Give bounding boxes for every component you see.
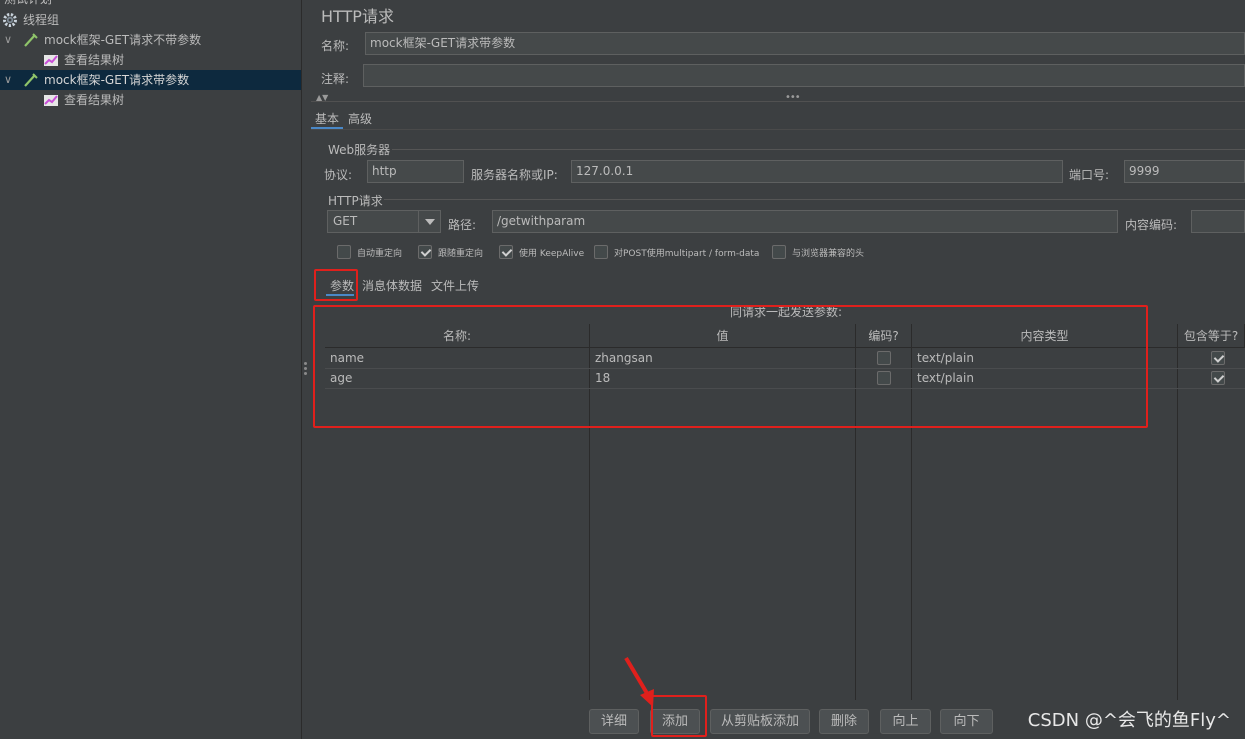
protocol-field[interactable]: http [367, 160, 464, 183]
encoding-label: 内容编码: [1125, 218, 1178, 232]
include-equals-checkbox[interactable] [1211, 371, 1225, 385]
auto-redirect-label: 自动重定向 [357, 249, 403, 259]
chevron-down-icon[interactable] [418, 211, 440, 232]
tree-item-result-tree-1[interactable]: 查看结果树 [0, 50, 301, 70]
column-header-include-equals[interactable]: 包含等于? [1178, 324, 1245, 348]
server-label: 服务器名称或IP: [471, 168, 558, 182]
delete-button[interactable]: 删除 [819, 709, 869, 734]
tree-item-result-tree-2[interactable]: 查看结果树 [0, 90, 301, 110]
detail-button[interactable]: 详细 [589, 709, 639, 734]
multipart-checkbox[interactable] [594, 245, 608, 259]
tree-item-label: mock框架-GET请求不带参数 [44, 33, 202, 47]
keepalive-label: 使用 KeepAlive [519, 249, 585, 259]
pipette-icon [24, 73, 38, 87]
web-server-group-title: Web服务器 [328, 143, 391, 157]
chart-icon [44, 95, 58, 106]
method-value: GET [333, 214, 358, 228]
tab-body-data[interactable]: 消息体数据 [362, 277, 422, 294]
server-field[interactable]: 127.0.0.1 [571, 160, 1063, 183]
add-from-clipboard-button[interactable]: 从剪贴板添加 [710, 709, 810, 734]
page-title: HTTP请求 [321, 7, 394, 26]
auto-redirect-checkbox[interactable] [337, 245, 351, 259]
gear-icon [3, 13, 17, 27]
annotation-arrow-icon [624, 656, 654, 707]
http-request-group-title: HTTP请求 [328, 194, 383, 208]
tree-item-label: mock框架-GET请求带参数 [44, 73, 190, 87]
annotation-box-params-table [313, 305, 1148, 428]
divider [311, 101, 1245, 102]
browser-headers-label: 与浏览器兼容的头 [792, 249, 865, 259]
column-divider [1177, 348, 1178, 700]
tree-item-thread-group[interactable]: 线程组 [0, 10, 301, 30]
name-label: 名称: [321, 39, 350, 53]
chevron-down-icon[interactable]: ∨ [4, 70, 16, 90]
chart-icon [44, 55, 58, 66]
name-field[interactable]: mock框架-GET请求带参数 [365, 32, 1245, 55]
tab-basic[interactable]: 基本 [315, 110, 339, 127]
protocol-label: 协议: [324, 168, 353, 182]
browser-headers-checkbox[interactable] [772, 245, 786, 259]
comment-label: 注释: [321, 72, 350, 86]
test-plan-tree[interactable]: 测试计划 线程组 ∨ mock框架-GET请求不带参数 查看结果树 ∨ mock… [0, 0, 301, 739]
pipette-icon [24, 33, 38, 47]
tree-item-sampler-no-params[interactable]: ∨ mock框架-GET请求不带参数 [0, 30, 301, 50]
tabs-divider [311, 129, 1245, 130]
follow-redirect-label: 跟随重定向 [438, 249, 484, 259]
tree-item-label: 查看结果树 [64, 93, 125, 107]
tree-item-label: 查看结果树 [64, 53, 125, 67]
path-field[interactable]: /getwithparam [492, 210, 1118, 233]
multipart-label: 对POST使用multipart / form-data [614, 249, 760, 259]
tab-advanced[interactable]: 高级 [348, 110, 372, 127]
group-border [384, 199, 1245, 200]
chevron-down-icon[interactable]: ∨ [4, 30, 16, 50]
keepalive-checkbox[interactable] [499, 245, 513, 259]
comment-field[interactable] [363, 64, 1245, 87]
tree-item-test-plan[interactable]: 测试计划 [0, 0, 301, 9]
follow-redirect-checkbox[interactable] [418, 245, 432, 259]
method-select[interactable]: GET [327, 210, 441, 233]
splitter-grip-icon[interactable] [304, 362, 307, 376]
tree-item-sampler-with-params[interactable]: ∨ mock框架-GET请求带参数 [0, 70, 301, 90]
encoding-field[interactable] [1191, 210, 1245, 233]
tab-file-upload[interactable]: 文件上传 [431, 277, 479, 294]
path-label: 路径: [448, 218, 477, 232]
tree-item-label: 测试计划 [4, 0, 52, 9]
move-up-button[interactable]: 向上 [880, 709, 931, 734]
port-field[interactable]: 9999 [1124, 160, 1245, 183]
tree-item-label: 线程组 [23, 13, 60, 27]
group-border [392, 149, 1245, 150]
annotation-box-params-tab [314, 269, 358, 301]
move-down-button[interactable]: 向下 [940, 709, 993, 734]
port-label: 端口号: [1069, 168, 1110, 182]
watermark: CSDN @^会飞的鱼Fly^ [1027, 710, 1231, 731]
include-equals-checkbox[interactable] [1211, 351, 1225, 365]
